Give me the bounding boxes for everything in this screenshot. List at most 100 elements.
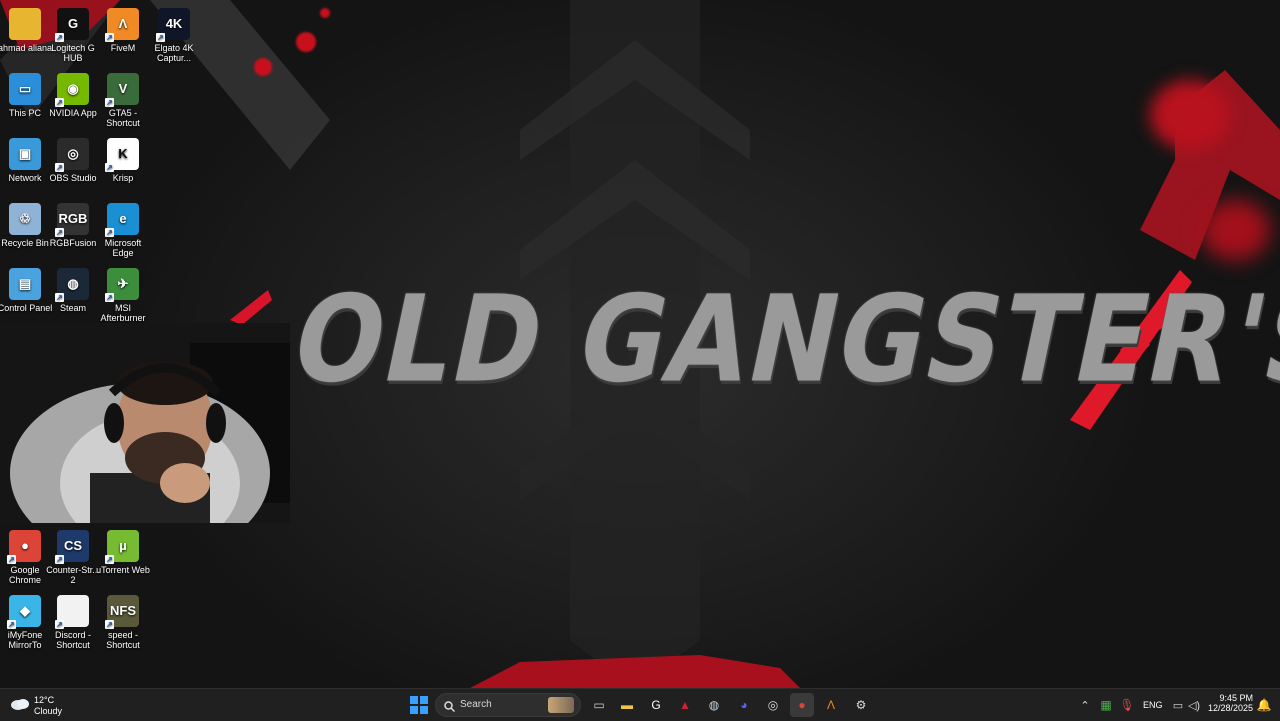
shortcut-arrow-icon: ↗ <box>105 98 114 107</box>
webcam-overlay <box>0 323 290 523</box>
volume-icon[interactable]: ◁) <box>1182 693 1206 717</box>
weather-temp: 12°C <box>34 695 55 705</box>
desktop-icon-label: GTA5 - Shortcut <box>106 108 140 128</box>
desktop-icon-obs-studio[interactable]: ◎ ↗ OBS Studio <box>45 138 101 183</box>
shortcut-arrow-icon: ↗ <box>105 163 114 172</box>
clock[interactable]: 9:45 PM 12/28/2025 <box>1205 693 1253 713</box>
logitech-g-hub-icon: G ↗ <box>55 8 89 42</box>
taskbar-chrome-icon[interactable]: ● <box>790 693 814 717</box>
weather-condition: Cloudy <box>34 706 63 716</box>
shortcut-arrow-icon: ↗ <box>7 555 16 564</box>
control-panel-icon: ▤ <box>9 268 41 300</box>
search-input[interactable]: Search <box>435 693 581 717</box>
desktop-icon-krisp[interactable]: K ↗ Krisp <box>95 138 151 183</box>
shortcut-arrow-icon: ↗ <box>105 620 114 629</box>
desktop-icon-speed-shortcut[interactable]: NFS ↗ speed - Shortcut <box>95 595 151 650</box>
taskbar-fivem-icon[interactable]: Λ <box>819 693 843 717</box>
shortcut-arrow-icon: ↗ <box>105 33 114 42</box>
taskbar-steam-icon[interactable]: ◍ <box>702 693 726 717</box>
rgbfusion-icon: RGB ↗ <box>55 203 89 237</box>
clock-time: 9:45 PM <box>1219 693 1253 703</box>
desktop: OLD GANGSTER'S ahmad aliana G ↗ Logitech G … <box>0 0 1280 688</box>
clock-date: 12/28/2025 <box>1207 703 1253 713</box>
weather-widget[interactable]: 12°C Cloudy <box>8 692 78 718</box>
search-icon <box>444 699 456 717</box>
elgato-4k-icon: 4K ↗ <box>156 8 190 42</box>
shortcut-arrow-icon: ↗ <box>156 33 165 42</box>
fivem-icon: Λ ↗ <box>105 8 139 42</box>
shortcut-arrow-icon: ↗ <box>55 98 64 107</box>
desktop-icon-nvidia-app[interactable]: ◉ ↗ NVIDIA App <box>45 73 101 118</box>
steam-icon: ◍ ↗ <box>55 268 89 302</box>
obs-studio-icon: ◎ ↗ <box>55 138 89 172</box>
taskbar-logitech-g-icon[interactable]: G <box>644 693 668 717</box>
shortcut-arrow-icon: ↗ <box>55 555 64 564</box>
windows-icon <box>410 696 428 714</box>
microphone-icon[interactable]: 🎙 <box>1115 693 1139 717</box>
desktop-icon-rgbfusion[interactable]: RGB ↗ RGBFusion <box>45 203 101 248</box>
krisp-icon: K ↗ <box>105 138 139 172</box>
desktop-icon-label: Discord - Shortcut <box>54 630 91 650</box>
shortcut-arrow-icon: ↗ <box>55 228 64 237</box>
search-highlight-icon <box>548 697 574 713</box>
search-placeholder: Search <box>460 699 492 710</box>
taskbar-obs-icon[interactable]: ◎ <box>761 693 785 717</box>
desktop-icon-logitech-g-hub[interactable]: G ↗ Logitech G HUB <box>45 8 101 63</box>
speed-shortcut-icon: NFS ↗ <box>105 595 139 629</box>
desktop-icon-label: Counter-Str... 2 <box>46 565 100 585</box>
desktop-icon-label: uTorrent Web <box>96 565 150 575</box>
desktop-icon-label: speed - Shortcut <box>106 630 140 650</box>
cloud-icon <box>10 696 30 710</box>
desktop-icon-label: OBS Studio <box>49 173 97 183</box>
microsoft-edge-icon: e ↗ <box>105 203 139 237</box>
desktop-icon-microsoft-edge[interactable]: e ↗ Microsoft Edge <box>95 203 151 258</box>
desktop-icon-label: Logitech G HUB <box>51 43 95 63</box>
taskbar-file-explorer-icon[interactable]: ▬ <box>615 693 639 717</box>
gta5-icon: V ↗ <box>105 73 139 107</box>
desktop-icon-gta5[interactable]: V ↗ GTA5 - Shortcut <box>95 73 151 128</box>
counter-strike-2-icon: CS ↗ <box>55 530 89 564</box>
network-icon: ▣ <box>9 138 41 170</box>
taskbar-rockstar-red-icon[interactable]: ▲ <box>673 693 697 717</box>
taskbar-task-view-icon[interactable]: ▭ <box>587 693 611 717</box>
shortcut-arrow-icon: ↗ <box>55 620 64 629</box>
google-chrome-icon: ● ↗ <box>7 530 41 564</box>
start-button[interactable] <box>407 693 431 717</box>
shortcut-arrow-icon: ↗ <box>55 33 64 42</box>
discord-shortcut-icon: ↗ <box>55 595 89 629</box>
desktop-icon-label: Steam <box>59 303 86 313</box>
this-pc-icon: ▭ <box>9 73 41 105</box>
shortcut-arrow-icon: ↗ <box>55 163 64 172</box>
desktop-icon-label: Elgato 4K Captur... <box>154 43 194 63</box>
shortcut-arrow-icon: ↗ <box>105 293 114 302</box>
taskbar-discord-icon[interactable]: ◕ <box>732 693 756 717</box>
recycle-bin-icon: ♲ <box>9 203 41 235</box>
notification-bell-icon[interactable]: 🔔 <box>1252 693 1276 717</box>
desktop-icon-label: NVIDIA App <box>49 108 97 118</box>
shortcut-arrow-icon: ↗ <box>105 555 114 564</box>
desktop-icon-elgato-4k[interactable]: 4K ↗ Elgato 4K Captur... <box>146 8 202 63</box>
desktop-icon-utorrent-web[interactable]: µ ↗ uTorrent Web <box>95 530 151 575</box>
taskbar-settings-icon[interactable]: ⚙ <box>849 693 873 717</box>
desktop-icon-steam[interactable]: ◍ ↗ Steam <box>45 268 101 313</box>
taskbar: 12°C Cloudy Search ▭ ▬ G ▲ ◍ ◕ ◎ ● Λ ⚙ ⌃ ▦ 🎙 ENG … <box>0 688 1280 721</box>
desktop-icon-discord-shortcut[interactable]: ↗ Discord - Shortcut <box>45 595 101 650</box>
imyfone-mirrorto-icon: ◆ ↗ <box>7 595 41 629</box>
desktop-icon-label: RGBFusion <box>49 238 97 248</box>
desktop-icon-fivem[interactable]: Λ ↗ FiveM <box>95 8 151 53</box>
desktop-icon-label: Krisp <box>112 173 134 183</box>
desktop-icon-label: MSI Afterburner <box>100 303 146 323</box>
nvidia-app-icon: ◉ ↗ <box>55 73 89 107</box>
wallpaper-title: OLD GANGSTER'S <box>281 268 1280 410</box>
shortcut-arrow-icon: ↗ <box>105 228 114 237</box>
shortcut-arrow-icon: ↗ <box>7 620 16 629</box>
utorrent-web-icon: µ ↗ <box>105 530 139 564</box>
ahmad-aliana-icon <box>9 8 41 40</box>
desktop-icon-msi-afterburner[interactable]: ✈ ↗ MSI Afterburner <box>95 268 151 323</box>
desktop-icon-label: Microsoft Edge <box>104 238 142 258</box>
language-indicator[interactable]: ENG <box>1143 700 1163 710</box>
desktop-icon-counter-strike-2[interactable]: CS ↗ Counter-Str... 2 <box>45 530 101 585</box>
shortcut-arrow-icon: ↗ <box>55 293 64 302</box>
desktop-icon-label: FiveM <box>110 43 136 53</box>
msi-afterburner-icon: ✈ ↗ <box>105 268 139 302</box>
